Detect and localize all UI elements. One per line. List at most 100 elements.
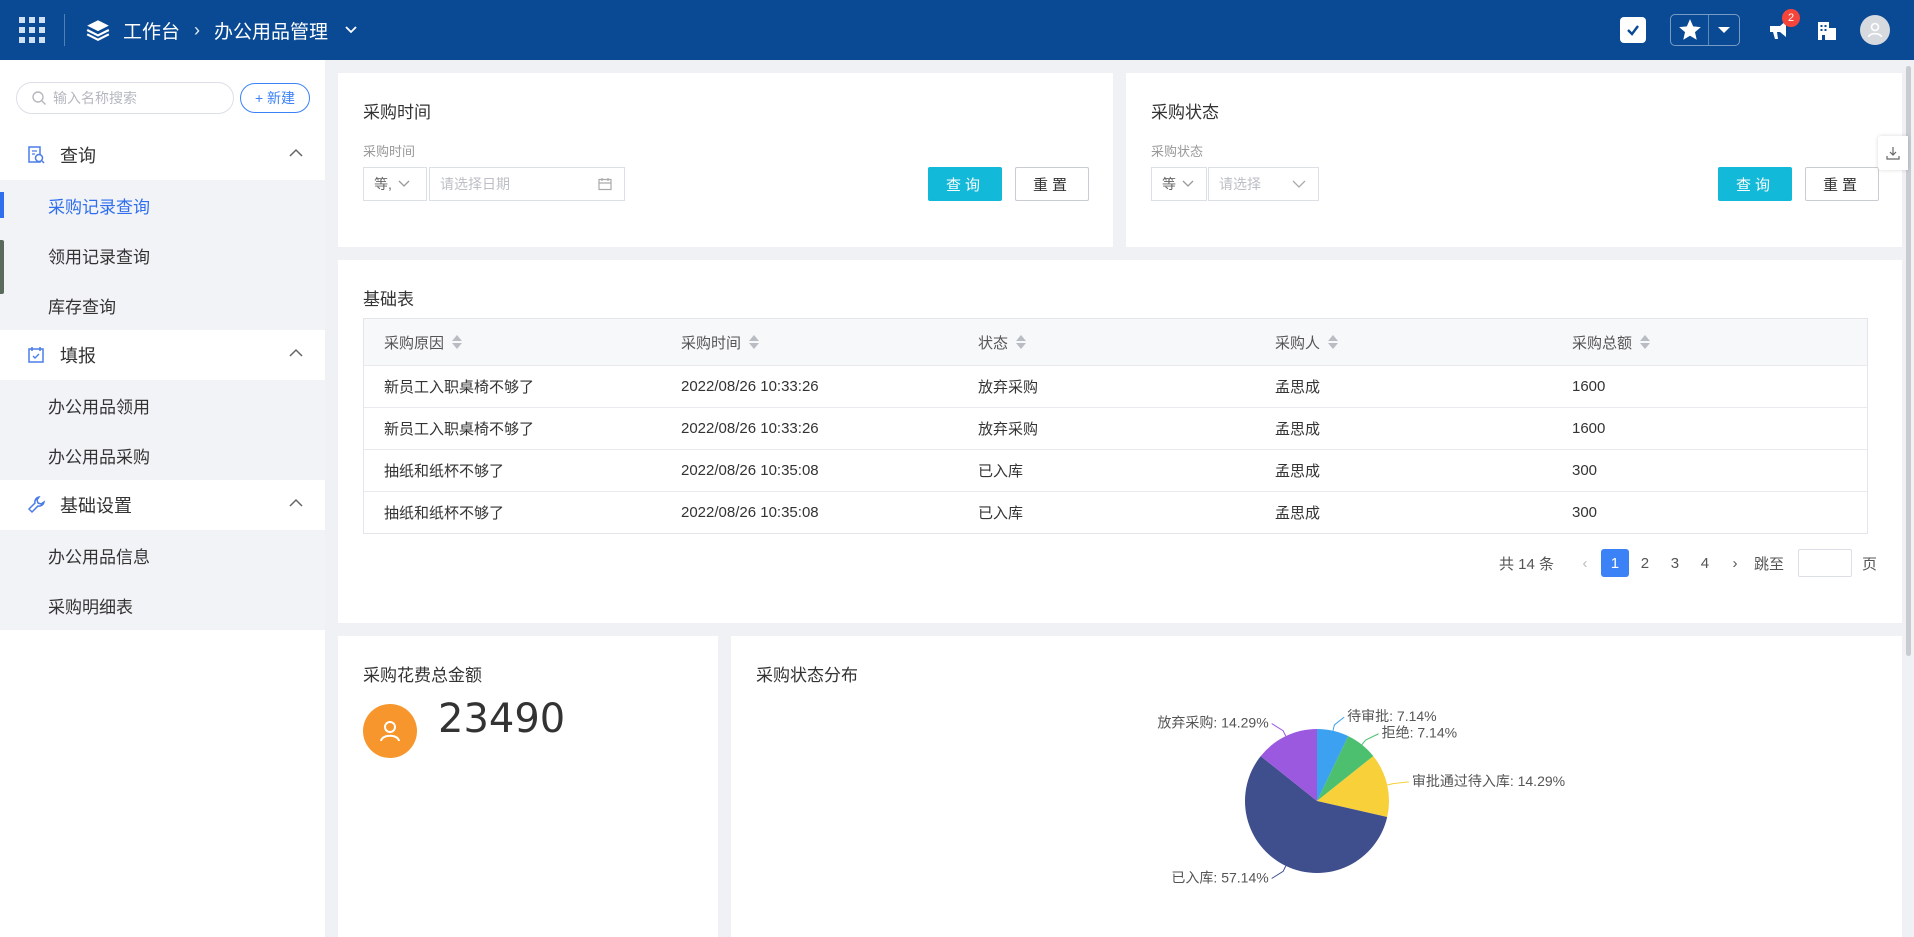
chevron-down-icon <box>1182 180 1194 187</box>
breadcrumb: 工作台 › 办公用品管理 <box>85 17 358 44</box>
table-cell: 2022/08/26 10:33:26 <box>681 378 819 395</box>
pie-label-1: 待审批: 7.14% <box>1347 708 1436 724</box>
column-header[interactable]: 采购时间 <box>661 332 958 353</box>
chevron-down-icon[interactable] <box>344 23 358 37</box>
pie-label-line-4 <box>1271 865 1287 879</box>
todo-check-icon[interactable] <box>1620 17 1646 43</box>
field-label: 采购时间 <box>363 144 416 159</box>
download-icon[interactable] <box>1878 136 1908 170</box>
user-avatar-icon[interactable] <box>1860 15 1890 45</box>
table-cell: 抽纸和纸杯不够了 <box>384 463 505 480</box>
sort-icon[interactable] <box>1016 335 1027 349</box>
layers-icon <box>86 20 110 41</box>
caret-down-icon[interactable] <box>1709 25 1739 35</box>
sidebar-group-header[interactable]: 查询 <box>0 130 325 180</box>
reset-button[interactable]: 重置 <box>1805 167 1879 201</box>
sidebar-search-input[interactable]: 输入名称搜索 <box>16 82 234 114</box>
sort-icon[interactable] <box>452 335 463 349</box>
page-button-2[interactable]: 2 <box>1631 549 1659 577</box>
table-row[interactable]: 新员工入职桌椅不够了 2022/08/26 10:33:26 放弃采购 孟思成 … <box>364 365 1867 407</box>
chevron-up-icon[interactable] <box>289 348 303 358</box>
new-button[interactable]: + 新建 <box>240 83 310 113</box>
sort-icon[interactable] <box>1640 335 1651 349</box>
pie-label-line-3 <box>1387 781 1409 786</box>
column-label: 采购时间 <box>681 334 742 352</box>
table-cell: 孟思成 <box>1275 505 1321 522</box>
sidebar-group-label: 基础设置 <box>60 496 132 516</box>
sidebar-item-supplies-usage[interactable]: 办公用品领用 <box>0 380 325 430</box>
table-cell: 1600 <box>1572 378 1606 395</box>
page-button-4[interactable]: 4 <box>1691 549 1719 577</box>
total-amount-card: 采购花费总金额 23490 <box>338 636 718 937</box>
status-select[interactable]: 请选择 <box>1208 167 1319 201</box>
page-button-3[interactable]: 3 <box>1661 549 1689 577</box>
column-header[interactable]: 采购原因 <box>364 332 661 353</box>
table-cell: 2022/08/26 10:35:08 <box>681 462 819 479</box>
sidebar-item-inventory-query[interactable]: 库存查询 <box>0 280 325 330</box>
filter-card-time: 采购时间 采购时间 等, 请选择日期 查询 重置 <box>338 73 1113 247</box>
prev-page-icon[interactable]: ‹ <box>1571 549 1599 577</box>
sidebar-group-query: 查询 采购记录查询 领用记录查询 库存查询 <box>0 130 325 330</box>
sidebar: 输入名称搜索 + 新建 查询 采购记录查询 领用记录查询 库存查询 填报 办公用… <box>0 60 325 937</box>
table-row[interactable]: 抽纸和纸杯不够了 2022/08/26 10:35:08 已入库 孟思成 300 <box>364 449 1867 491</box>
divider <box>64 14 65 46</box>
operator-select[interactable]: 等 <box>1151 167 1207 201</box>
reset-button[interactable]: 重置 <box>1015 167 1089 201</box>
table-cell: 2022/08/26 10:35:08 <box>681 504 819 521</box>
table-cell: 300 <box>1572 462 1598 479</box>
sidebar-edge-handle[interactable] <box>0 240 4 294</box>
table-cell: 已入库 <box>978 463 1024 480</box>
pie-label-4: 已入库: 57.14% <box>1171 869 1268 885</box>
sidebar-group-header[interactable]: 填报 <box>0 330 325 380</box>
jump-page-input[interactable] <box>1797 549 1852 577</box>
table-row[interactable]: 抽纸和纸杯不够了 2022/08/26 10:35:08 已入库 孟思成 300 <box>364 491 1867 533</box>
query-button[interactable]: 查询 <box>928 167 1002 201</box>
favorites-control[interactable] <box>1670 14 1740 46</box>
card-title: 基础表 <box>363 290 414 309</box>
column-header[interactable]: 采购总额 <box>1552 332 1863 353</box>
table-cell: 放弃采购 <box>978 421 1039 438</box>
table-cell: 1600 <box>1572 420 1606 437</box>
table-cell: 孟思成 <box>1275 421 1321 438</box>
chevron-up-icon[interactable] <box>289 148 303 158</box>
jump-label: 跳至 <box>1753 555 1784 573</box>
breadcrumb-workbench[interactable]: 工作台 <box>123 17 180 44</box>
star-icon[interactable] <box>1671 15 1709 45</box>
calendar-icon <box>598 178 612 191</box>
calendar-form-icon <box>28 347 44 363</box>
sidebar-item-purchase-detail[interactable]: 采购明细表 <box>0 580 325 630</box>
sort-icon[interactable] <box>749 335 760 349</box>
pie-label-line-5 <box>1271 723 1287 737</box>
query-button[interactable]: 查询 <box>1718 167 1792 201</box>
table-cell: 300 <box>1572 504 1598 521</box>
column-header[interactable]: 状态 <box>958 332 1255 353</box>
date-picker-input[interactable]: 请选择日期 <box>429 167 625 201</box>
sidebar-group-settings: 基础设置 办公用品信息 采购明细表 <box>0 480 325 630</box>
date-placeholder: 请选择日期 <box>440 176 510 192</box>
table-row[interactable]: 新员工入职桌椅不够了 2022/08/26 10:33:26 放弃采购 孟思成 … <box>364 407 1867 449</box>
column-header[interactable]: 采购人 <box>1255 332 1552 353</box>
notification-icon[interactable]: 2 <box>1764 9 1800 45</box>
sort-icon[interactable] <box>1328 335 1339 349</box>
operator-select[interactable]: 等, <box>363 167 427 201</box>
table-cell: 2022/08/26 10:33:26 <box>681 420 819 437</box>
next-page-icon[interactable]: › <box>1721 549 1749 577</box>
apps-menu-button[interactable] <box>0 0 64 60</box>
search-icon <box>32 91 46 105</box>
table-header-row: 采购原因 采购时间 状态 采购人 采购总额 <box>364 319 1867 365</box>
building-icon[interactable] <box>1812 15 1842 45</box>
sidebar-item-purchase-record-query[interactable]: 采购记录查询 <box>0 180 325 230</box>
card-title: 采购时间 <box>363 103 431 122</box>
search-placeholder: 输入名称搜索 <box>53 90 137 106</box>
sidebar-group-header[interactable]: 基础设置 <box>0 480 325 530</box>
table-cell: 已入库 <box>978 505 1024 522</box>
breadcrumb-app-name[interactable]: 办公用品管理 <box>214 17 328 44</box>
operator-value: 等 <box>1162 176 1176 192</box>
column-label: 采购总额 <box>1572 334 1633 352</box>
sidebar-item-usage-record-query[interactable]: 领用记录查询 <box>0 230 325 280</box>
sidebar-item-supplies-info[interactable]: 办公用品信息 <box>0 530 325 580</box>
sidebar-item-supplies-purchase[interactable]: 办公用品采购 <box>0 430 325 480</box>
chevron-up-icon[interactable] <box>289 498 303 508</box>
page-button-1[interactable]: 1 <box>1600 549 1629 577</box>
card-title: 采购花费总金额 <box>363 666 482 685</box>
